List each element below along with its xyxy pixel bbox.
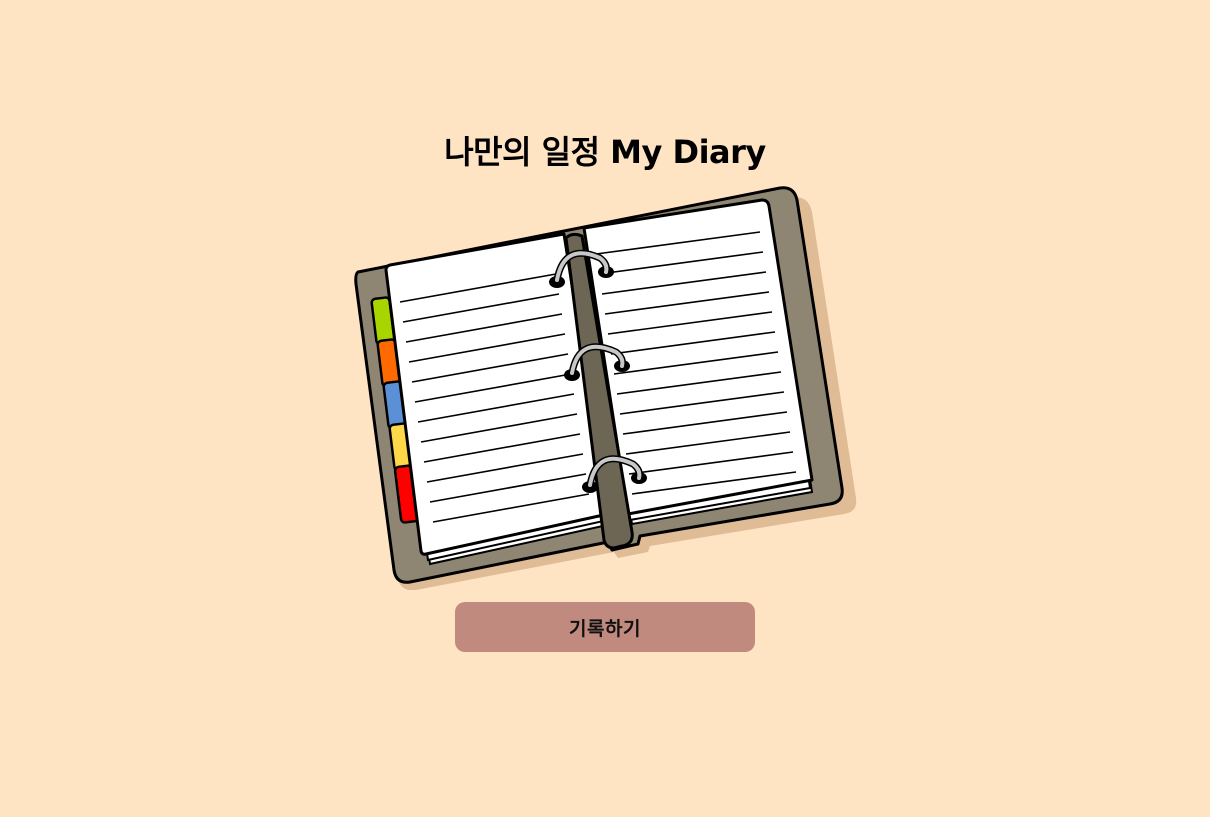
record-button[interactable]: 기록하기 (455, 602, 755, 652)
open-diary-icon (354, 186, 857, 590)
page-title: 나만의 일정 My Diary (444, 133, 766, 171)
main-page: 나만의 일정 My Diary 기록하기 (0, 0, 1210, 817)
